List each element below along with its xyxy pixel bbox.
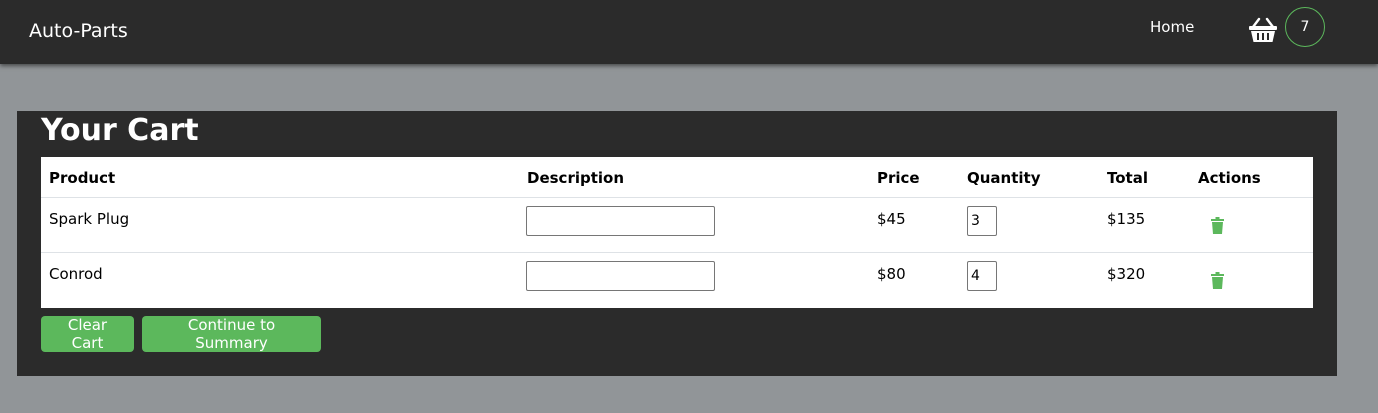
- trash-icon[interactable]: [1211, 217, 1224, 234]
- nav-home-link[interactable]: Home: [1150, 18, 1194, 36]
- column-header-product: Product: [49, 169, 116, 187]
- quantity-input[interactable]: [967, 261, 997, 291]
- column-header-total: Total: [1107, 169, 1148, 187]
- description-input[interactable]: [526, 261, 715, 291]
- price-value: $45: [877, 210, 906, 228]
- column-header-price: Price: [877, 169, 920, 187]
- column-header-actions: Actions: [1198, 169, 1261, 187]
- trash-icon[interactable]: [1211, 272, 1224, 289]
- cart-count-badge[interactable]: 7: [1285, 7, 1325, 47]
- cart-panel: Your Cart Product Description Price Quan…: [17, 111, 1337, 376]
- description-input[interactable]: [526, 206, 715, 236]
- table-header-row: Product Description Price Quantity Total…: [41, 157, 1313, 198]
- price-value: $80: [877, 265, 906, 283]
- clear-cart-button[interactable]: Clear Cart: [41, 316, 134, 352]
- brand-logo[interactable]: Auto-Parts: [29, 20, 128, 42]
- basket-icon[interactable]: [1249, 17, 1277, 43]
- total-value: $135: [1107, 210, 1146, 228]
- navbar: Auto-Parts Home 7: [0, 0, 1378, 64]
- product-name: Conrod: [49, 265, 103, 283]
- total-value: $320: [1107, 265, 1146, 283]
- cart-table: Product Description Price Quantity Total…: [41, 157, 1313, 308]
- column-header-description: Description: [527, 169, 625, 187]
- continue-to-summary-button[interactable]: Continue to Summary: [142, 316, 321, 352]
- product-name: Spark Plug: [49, 210, 130, 228]
- table-row: Spark Plug $45 $135: [41, 198, 1313, 253]
- column-header-quantity: Quantity: [967, 169, 1041, 187]
- table-row: Conrod $80 $320: [41, 253, 1313, 308]
- cart-title: Your Cart: [41, 113, 199, 148]
- quantity-input[interactable]: [967, 206, 997, 236]
